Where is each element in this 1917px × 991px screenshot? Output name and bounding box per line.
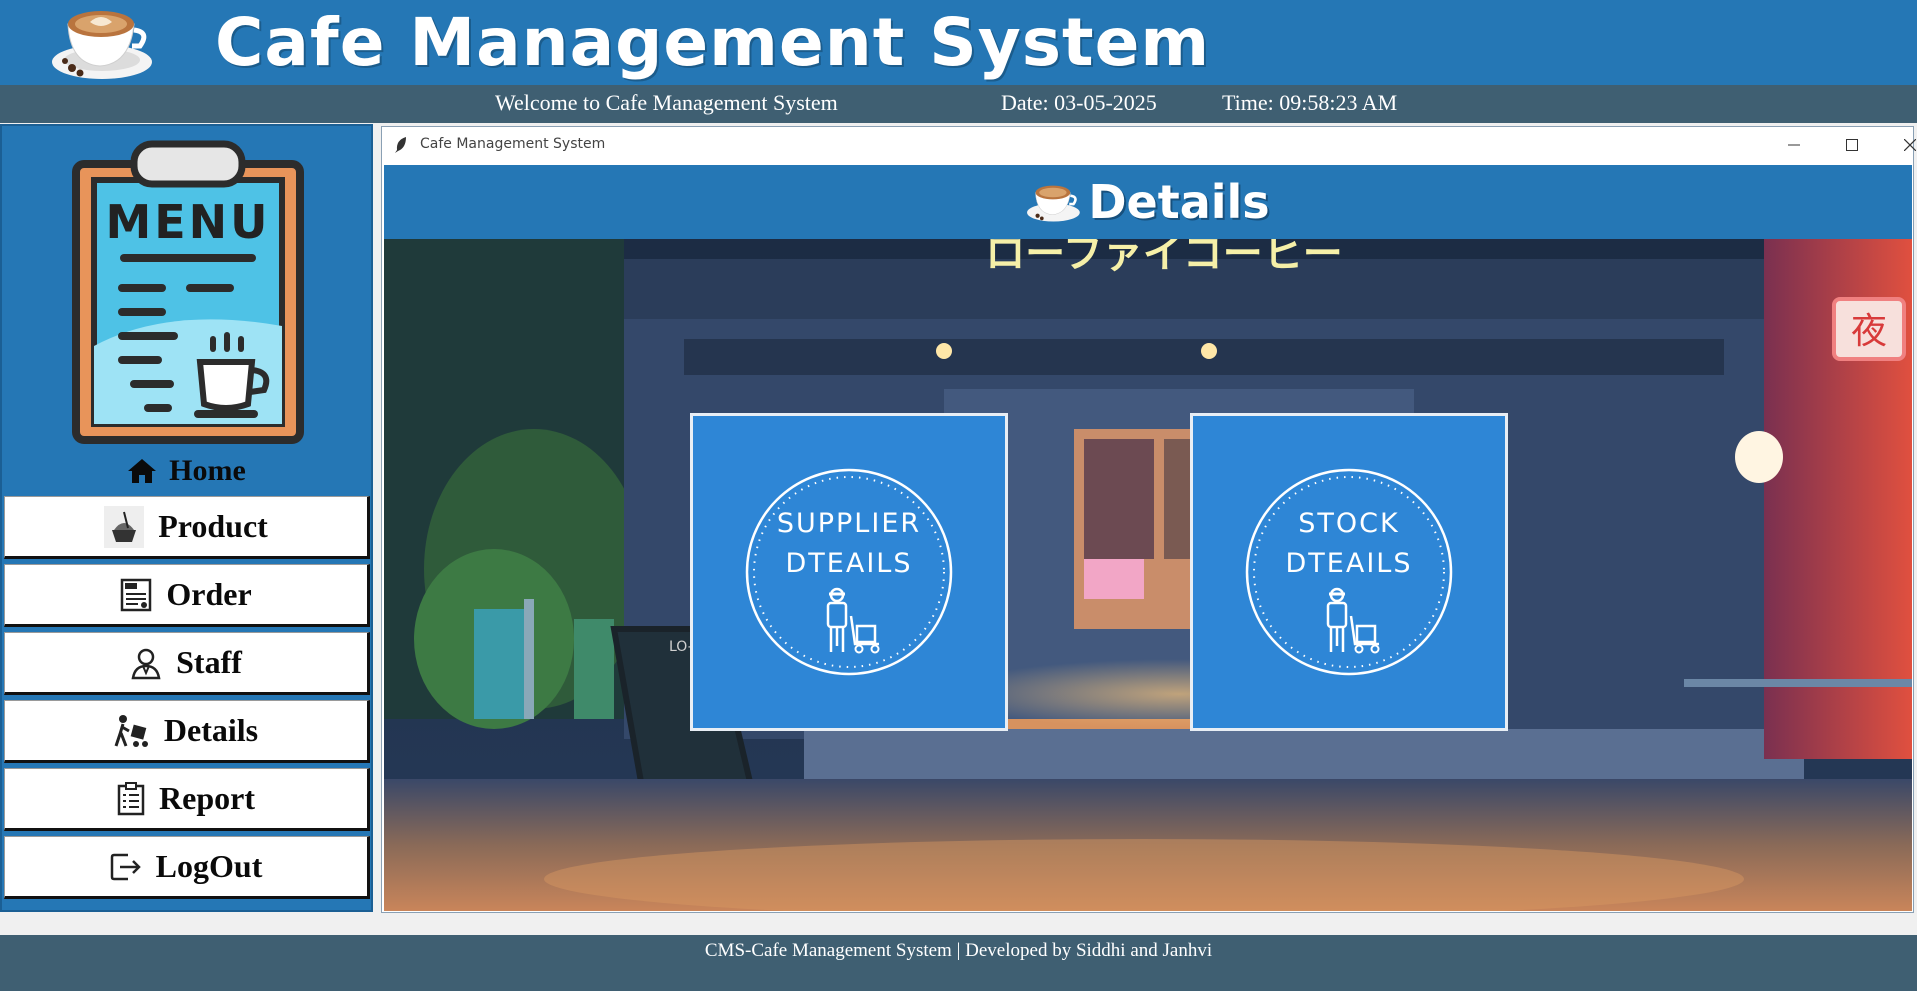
minimize-button[interactable] [1765, 127, 1823, 163]
minimize-icon [1788, 144, 1800, 146]
maximize-icon [1846, 139, 1858, 151]
cafe-background-image: ローファイコーヒー 夜 LO-FI CO [384, 239, 1912, 911]
nav-product-button[interactable]: Product [4, 496, 370, 559]
details-title: Details [1088, 175, 1270, 229]
welcome-text: Welcome to Cafe Management System [495, 90, 838, 115]
footer: CMS-Cafe Management System | Developed b… [0, 935, 1917, 991]
nav-logout-label: LogOut [155, 848, 263, 884]
time-text: Time: 09:58:23 AM [1222, 90, 1398, 115]
nav-product-label: Product [158, 508, 268, 544]
report-icon [117, 781, 145, 815]
nav-report-label: Report [159, 780, 255, 816]
home-button[interactable]: Home [2, 448, 371, 494]
app-header: Cafe Management System [0, 0, 1917, 85]
stock-card-line2: DTEAILS [1285, 548, 1413, 579]
close-icon [1904, 139, 1916, 151]
delivery-worker-icon [1326, 587, 1380, 654]
home-icon [128, 459, 157, 483]
delivery-worker-icon [826, 587, 880, 654]
footer-text: CMS-Cafe Management System | Developed b… [704, 940, 1213, 961]
neon-sign-text: 夜 [1851, 311, 1887, 352]
cafe-scene: ローファイコーヒー 夜 LO-FI CO [384, 239, 1912, 911]
close-button[interactable] [1881, 127, 1917, 163]
window-titlebar[interactable]: Cafe Management System [382, 127, 1916, 163]
menu-clipboard-logo: MENU [72, 140, 304, 444]
supplier-details-card[interactable]: SUPPLIER DTEAILS [690, 413, 1008, 731]
menu-logo-text: MENU [105, 195, 270, 249]
storefront-sign: ローファイコーヒー [985, 239, 1343, 277]
nav-details-button[interactable]: Details [4, 700, 370, 763]
sidebar: MENU Home Product Order Staff Details Re… [0, 124, 373, 912]
nav-staff-label: Staff [176, 644, 242, 680]
status-bar: Welcome to Cafe Management System Date: … [0, 85, 1917, 123]
nav-order-button[interactable]: Order [4, 564, 370, 627]
details-window: Cafe Management System Details ローファイコーヒー… [381, 126, 1916, 913]
details-header: Details [384, 165, 1912, 239]
staff-icon [131, 648, 161, 679]
stock-details-card[interactable]: STOCK DTEAILS [1190, 413, 1508, 731]
date-text: Date: 03-05-2025 [1001, 90, 1157, 115]
nav-order-label: Order [166, 576, 252, 612]
stock-card-line1: STOCK [1298, 508, 1400, 539]
feather-icon [395, 137, 406, 153]
delivery-icon [114, 714, 148, 747]
coffee-cup-icon [1027, 185, 1081, 222]
window-title: Cafe Management System [420, 136, 606, 152]
maximize-button[interactable] [1823, 127, 1881, 163]
app-title: Cafe Management System [215, 4, 1211, 81]
bill-icon [121, 578, 152, 611]
supplier-card-line2: DTEAILS [785, 548, 913, 579]
nav-report-button[interactable]: Report [4, 768, 370, 831]
logout-icon [110, 853, 141, 880]
nav-logout-button[interactable]: LogOut [4, 836, 370, 899]
coffee-cup-logo [52, 11, 152, 79]
supplier-card-line1: SUPPLIER [776, 508, 922, 539]
nav-staff-button[interactable]: Staff [4, 632, 370, 695]
home-label: Home [169, 454, 246, 487]
product-icon [104, 505, 145, 548]
nav-details-label: Details [163, 712, 259, 748]
